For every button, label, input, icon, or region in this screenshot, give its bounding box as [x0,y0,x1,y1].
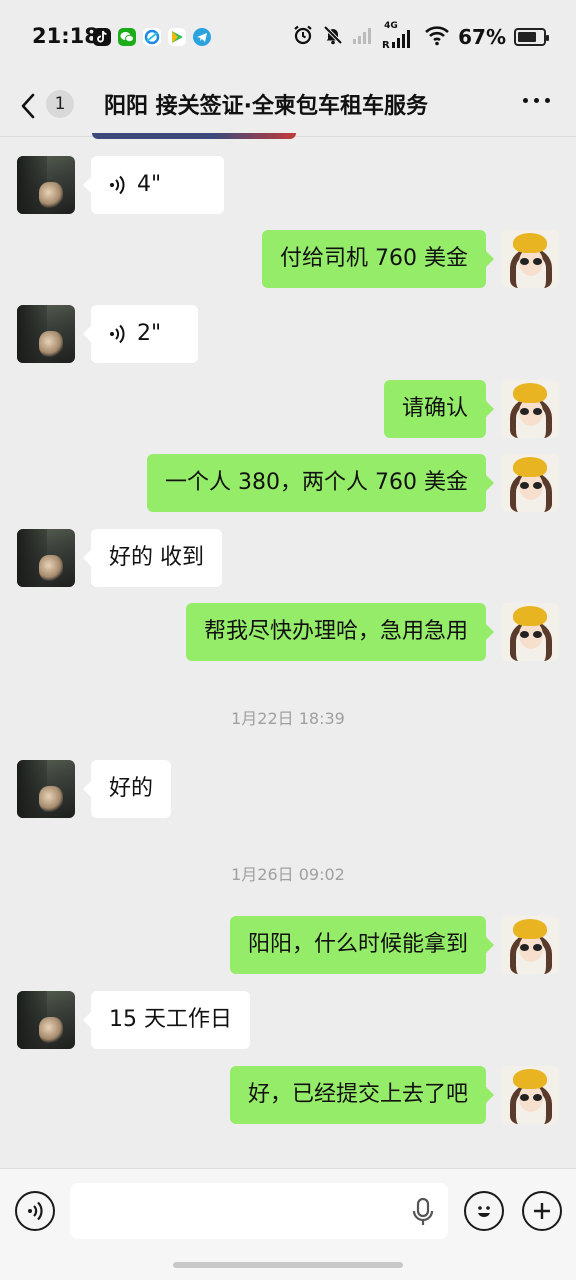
message-text: 好的 收到 [109,545,204,570]
unread-count-badge: 1 [46,90,74,118]
status-bar: 21:18 4G R 67% [0,0,576,76]
sent-message-bubble[interactable]: 阳阳，什么时候能拿到 [229,916,495,974]
message-text: 付给司机 760 美金 [280,246,468,271]
voice-message-bubble[interactable]: 2" [83,305,198,363]
clipped-previous-message [92,133,296,139]
status-right-group: 4G R 67% [292,21,549,52]
more-functions-button[interactable] [522,1191,562,1231]
sent-message-bubble[interactable]: 请确认 [383,380,495,438]
telegram-icon [193,28,211,46]
emoji-button[interactable] [464,1191,504,1231]
more-dot [545,98,550,103]
message-timestamp: 1月22日 18:39 [231,709,345,728]
contact-avatar[interactable] [17,760,75,818]
alarm-icon [292,24,314,50]
contact-avatar[interactable] [17,991,75,1049]
contact-avatar[interactable] [17,529,75,587]
message-text: 15 天工作日 [109,1007,232,1032]
battery-percent: 67% [458,25,506,49]
received-message-bubble[interactable]: 好的 收到 [83,529,222,587]
status-time: 21:18 [32,24,99,48]
message-text: 帮我尽快办理哈，急用急用 [203,619,468,644]
tiktok-icon [93,28,111,46]
message-text: 一个人 380，两个人 760 美金 [165,470,468,495]
message-input[interactable] [70,1183,448,1239]
chat-header: 1 阳阳 接关签证·全柬包车租车服务 [0,76,576,136]
chevron-left-icon [21,93,35,119]
sent-message-bubble[interactable]: 好，已经提交上去了吧 [229,1066,495,1124]
video-app-icon [168,28,186,46]
message-text: 好，已经提交上去了吧 [247,1082,468,1107]
user-avatar[interactable] [501,380,559,438]
message-timestamp: 1月26日 09:02 [231,865,345,884]
browser-icon [143,28,161,46]
input-bar [0,1168,576,1280]
contact-avatar[interactable] [17,156,75,214]
user-avatar[interactable] [501,603,559,661]
more-dot [534,98,539,103]
voice-message-bubble[interactable]: 4" [83,156,224,214]
voice-wave-icon [110,175,125,195]
sent-message-bubble[interactable]: 付给司机 760 美金 [262,230,494,288]
user-avatar[interactable] [501,454,559,512]
user-avatar[interactable] [501,1066,559,1124]
more-dot [523,98,528,103]
signal-4g-icon: 4G R [382,21,416,50]
voice-duration: 4" [137,172,162,197]
smiley-icon [478,1206,490,1217]
chat-title: 阳阳 接关签证·全柬包车租车服务 [104,94,429,119]
more-options-button[interactable] [523,98,550,103]
voice-wave-icon [110,324,125,344]
signal-sim2-icon [352,25,374,49]
voice-input-toggle[interactable] [15,1191,55,1231]
voice-duration: 2" [137,321,162,346]
battery-icon [514,28,549,46]
wechat-icon [118,28,136,46]
home-indicator[interactable] [173,1262,403,1268]
mute-bell-icon [322,24,344,50]
user-avatar[interactable] [501,916,559,974]
wifi-icon [424,24,450,50]
contact-avatar[interactable] [17,305,75,363]
chat-screen: 21:18 4G R 67% 1 阳阳 接关签证·全柬包车租车服务 4" 付给司… [0,0,576,1280]
message-text: 阳阳，什么时候能拿到 [247,932,468,957]
message-text: 请确认 [401,396,468,421]
received-message-bubble[interactable]: 好的 [82,760,172,818]
received-message-bubble[interactable]: 15 天工作日 [83,991,250,1049]
user-avatar[interactable] [501,230,559,288]
voice-wave-icon [28,1201,43,1221]
plus-icon [534,1203,550,1219]
mic-icon[interactable] [410,1197,436,1227]
svg-text:R: R [382,40,390,50]
message-text: 好的 [109,776,154,801]
sent-message-bubble[interactable]: 一个人 380，两个人 760 美金 [147,454,494,512]
back-button[interactable]: 1 [18,86,78,126]
sent-message-bubble[interactable]: 帮我尽快办理哈，急用急用 [185,603,495,661]
